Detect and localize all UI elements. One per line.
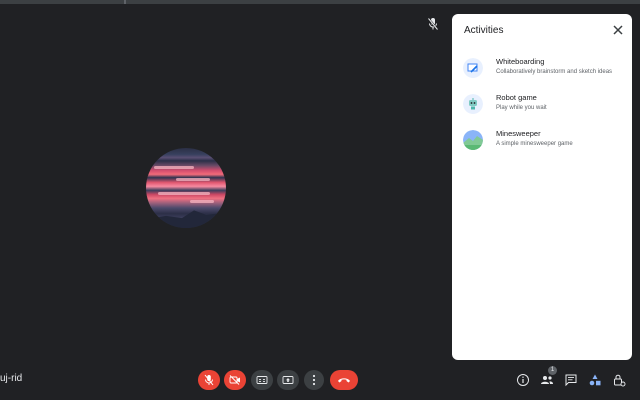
browser-top-bar [0,0,640,4]
minesweeper-icon [463,130,483,150]
camera-off-icon [229,375,240,385]
mic-muted-icon [427,17,439,31]
activity-name: Minesweeper [496,129,541,138]
hang-up-icon [338,378,350,383]
present-screen-button[interactable] [277,370,299,390]
activity-description: A simple minesweeper game [496,141,573,147]
end-call-button[interactable] [330,370,358,390]
captions-button[interactable] [251,370,273,390]
info-icon[interactable] [516,373,530,387]
activity-robot-game[interactable]: Robot game Play while you wait [460,92,626,120]
more-vert-icon [312,374,316,386]
participant-avatar [146,148,226,228]
top-bar-accent [124,0,126,4]
close-icon[interactable] [611,23,625,37]
activities-icon[interactable] [588,373,602,387]
activity-description: Collaboratively brainstorm and sketch id… [496,69,613,75]
activity-name: Robot game [496,93,537,102]
panel-title: Activities [464,25,504,36]
activity-description: Play while you wait [496,105,547,111]
activity-minesweeper[interactable]: Minesweeper A simple minesweeper game [460,128,626,156]
camera-toggle-button[interactable] [224,370,246,390]
host-controls-icon[interactable] [612,373,626,387]
microphone-toggle-button[interactable] [198,370,220,390]
captions-icon [256,376,268,384]
activity-whiteboarding[interactable]: Whiteboarding Collaboratively brainstorm… [460,56,626,84]
activities-panel: Activities Whiteboarding Collaboratively… [452,14,632,360]
more-options-button[interactable] [304,370,324,390]
mic-off-icon [204,374,214,386]
present-icon [282,376,294,384]
chat-icon[interactable] [564,373,578,387]
robot-icon [463,94,483,114]
whiteboard-icon [463,58,483,78]
people-icon[interactable] [540,373,554,387]
people-count-badge: 1 [548,366,557,375]
participant-name: uj-rid [0,373,23,384]
activity-name: Whiteboarding [496,57,545,66]
